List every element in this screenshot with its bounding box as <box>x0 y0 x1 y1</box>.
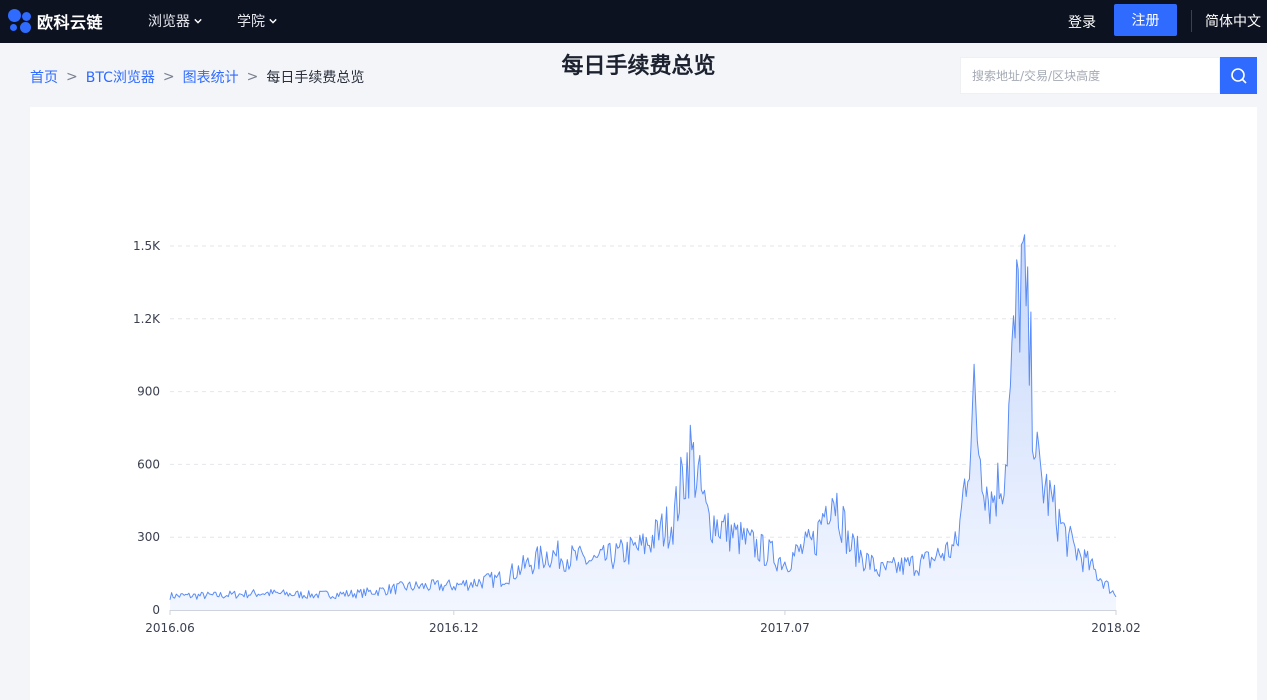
y-tick-label: 1.2K <box>133 312 161 326</box>
y-tick-label: 600 <box>137 457 160 471</box>
y-tick-label: 1.5K <box>133 239 161 253</box>
fee-area-fill <box>170 234 1116 610</box>
x-tick-label: 2018.02 <box>1091 621 1141 635</box>
y-tick-label: 300 <box>137 530 160 544</box>
x-tick-label: 2016.06 <box>145 621 195 635</box>
y-tick-label: 900 <box>137 385 160 399</box>
fee-area-chart: 0 300 600 900 1.2K 1.5K 2016.06 2016.12 2017.07 2… <box>133 234 1141 635</box>
y-tick-label: 0 <box>152 603 160 617</box>
x-tick-label: 2016.12 <box>429 621 479 635</box>
x-tick-label: 2017.07 <box>760 621 810 635</box>
